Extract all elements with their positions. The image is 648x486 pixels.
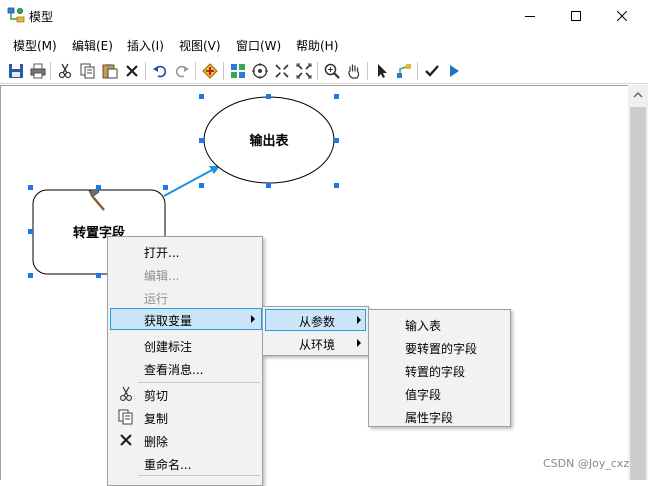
copy-button[interactable] (78, 61, 98, 81)
paste-button[interactable] (100, 61, 120, 81)
menu-bar: 模型(M) 编辑(E) 插入(I) 视图(V) 窗口(W) 帮助(H) (0, 34, 648, 56)
submenu-arrow-icon (357, 316, 361, 324)
zoom-in-fixed-icon (275, 64, 289, 78)
model-builder-window: 模型 模型(M) 编辑(E) 插入(I) 视图(V) 窗口(W) 帮助(H) 输… (0, 0, 648, 486)
copy-icon (80, 63, 95, 79)
save-button[interactable] (6, 61, 26, 81)
get-variable-submenu: 从参数 从环境 (262, 306, 369, 356)
model-diagram: 输出表 转置字段 (28, 94, 339, 278)
menu-item-fields-to-transpose[interactable]: 要转置的字段 (371, 336, 508, 358)
menu-item-get-variable[interactable]: 获取变量 (110, 308, 262, 330)
toolbar-separator (367, 62, 368, 80)
print-icon (30, 63, 46, 79)
menu-item-copy[interactable]: 复制 (110, 406, 260, 428)
menu-item-cut[interactable]: 剪切 (110, 383, 260, 405)
validate-button[interactable] (422, 61, 442, 81)
from-parameters-submenu: 输入表 要转置的字段 转置的字段 值字段 属性字段 (368, 309, 511, 427)
add-data-icon (202, 63, 218, 79)
delete-icon (126, 65, 138, 77)
auto-layout-button[interactable] (228, 61, 248, 81)
context-menu: 打开... 编辑... 运行 获取变量 创建标注 查看消息... 剪切 复制 删… (107, 236, 263, 486)
menu-item-open[interactable]: 打开... (110, 240, 260, 262)
delete-button[interactable] (122, 61, 142, 81)
menu-view[interactable]: 视图(V) (179, 37, 221, 54)
menu-item-input-table[interactable]: 输入表 (371, 313, 508, 335)
select-icon (378, 64, 387, 78)
add-data-button[interactable] (200, 61, 220, 81)
zoom-in-fixed-button[interactable] (272, 61, 292, 81)
close-icon (617, 10, 627, 21)
zoom-out-fixed-icon (296, 63, 312, 79)
maximize-icon (571, 10, 581, 21)
cut-icon (58, 63, 72, 79)
scrollbar-thumb[interactable] (630, 107, 646, 480)
menu-insert[interactable]: 插入(I) (127, 37, 164, 54)
undo-icon (153, 65, 167, 78)
redo-icon (175, 65, 189, 78)
pan-icon (348, 64, 360, 79)
toolbar-separator (223, 62, 224, 80)
scroll-up-icon (633, 92, 643, 98)
submenu-arrow-icon (357, 339, 361, 347)
auto-layout-icon (231, 64, 245, 78)
cut-button[interactable] (55, 61, 75, 81)
menu-item-create-label[interactable]: 创建标注 (110, 334, 260, 356)
paste-icon (102, 64, 118, 79)
redo-button[interactable] (172, 61, 192, 81)
model-icon (7, 7, 25, 23)
menu-item-from-environment[interactable]: 从环境 (265, 332, 366, 354)
menu-help[interactable]: 帮助(H) (296, 37, 338, 54)
zoom-button[interactable] (322, 61, 342, 81)
output-node[interactable]: 输出表 (203, 96, 335, 184)
select-button[interactable] (372, 61, 392, 81)
menu-item-transposed-field[interactable]: 转置的字段 (371, 359, 508, 381)
toolbar (0, 58, 648, 84)
full-extent-button[interactable] (250, 61, 270, 81)
close-button[interactable] (599, 0, 645, 31)
connect-button[interactable] (394, 61, 414, 81)
menu-item-view-messages[interactable]: 查看消息... (110, 357, 260, 379)
menu-item-delete[interactable]: 删除 (110, 429, 260, 451)
submenu-arrow-icon (251, 315, 255, 323)
toolbar-separator (145, 62, 146, 80)
menu-item-run[interactable]: 运行 (110, 286, 260, 308)
title-bar: 模型 (0, 0, 648, 31)
toolbar-separator (195, 62, 196, 80)
run-icon (450, 65, 459, 77)
menu-model[interactable]: 模型(M) (13, 37, 57, 54)
vertical-scrollbar[interactable] (628, 85, 648, 480)
menu-window[interactable]: 窗口(W) (236, 37, 281, 54)
connector-arrow[interactable] (163, 166, 220, 197)
undo-button[interactable] (150, 61, 170, 81)
menu-edit[interactable]: 编辑(E) (72, 37, 113, 54)
minimize-icon (525, 15, 535, 17)
toolbar-separator (50, 62, 51, 80)
menu-separator (138, 475, 260, 476)
toolbar-separator (417, 62, 418, 80)
toolbar-separator (317, 62, 318, 80)
zoom-out-fixed-button[interactable] (294, 61, 314, 81)
maximize-button[interactable] (553, 0, 599, 31)
copy-icon (118, 409, 134, 425)
full-extent-icon (252, 63, 268, 79)
delete-x-icon (118, 432, 134, 448)
pan-button[interactable] (344, 61, 364, 81)
menu-item-value-field[interactable]: 值字段 (371, 382, 508, 404)
zoom-icon (324, 63, 340, 79)
print-button[interactable] (28, 61, 48, 81)
menu-item-edit[interactable]: 编辑... (110, 263, 260, 285)
run-button[interactable] (444, 61, 464, 81)
scissors-icon (118, 386, 134, 402)
connect-icon (397, 64, 411, 78)
watermark: CSDN @Joy_cxz (543, 457, 630, 470)
window-title: 模型 (29, 10, 54, 24)
menu-item-from-parameters[interactable]: 从参数 (265, 309, 366, 331)
save-icon (9, 64, 23, 78)
validate-icon (425, 65, 439, 77)
model-canvas[interactable]: 输出表 转置字段 (0, 85, 628, 480)
minimize-button[interactable] (507, 0, 553, 31)
output-node-label: 输出表 (249, 133, 289, 149)
menu-item-rename[interactable]: 重命名... (110, 452, 260, 474)
menu-item-attribute-field[interactable]: 属性字段 (371, 405, 508, 427)
